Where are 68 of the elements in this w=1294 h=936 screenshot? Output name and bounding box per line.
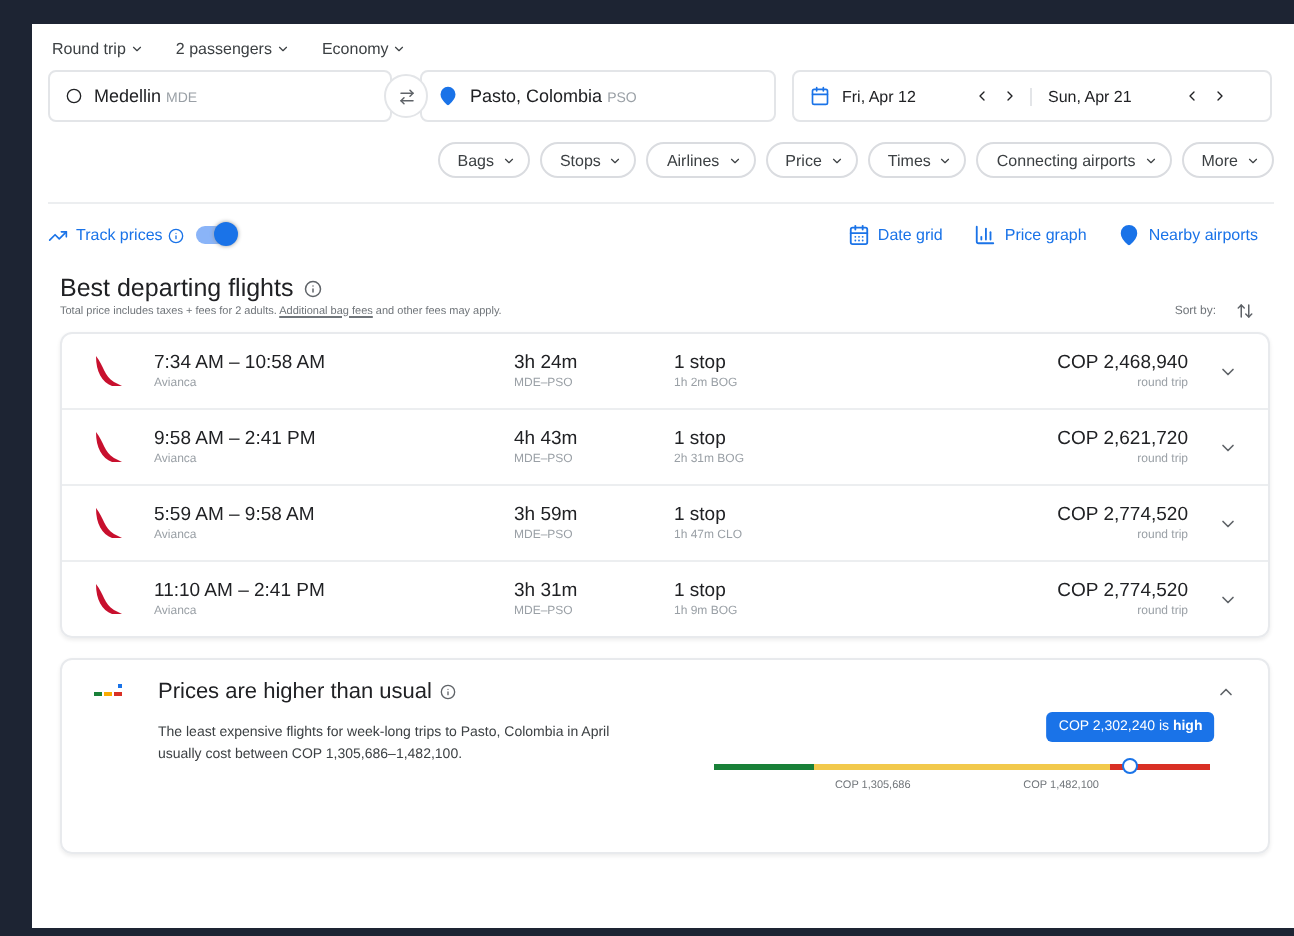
filter-chip[interactable]: Bags	[437, 142, 530, 178]
filter-chip[interactable]: Connecting airports	[976, 142, 1172, 178]
flight-duration: 4h 43m	[514, 428, 578, 450]
airline-logo-icon	[92, 581, 124, 617]
previous-icon[interactable]	[974, 88, 990, 104]
caret-icon	[275, 42, 290, 56]
trip-option-dropdown[interactable]: Round trip	[48, 40, 172, 58]
caret-icon	[1143, 153, 1158, 167]
stops-count: 1 stop	[674, 428, 726, 450]
next-icon[interactable]	[1002, 88, 1018, 104]
caret-icon	[938, 153, 953, 167]
flight-times: 7:34 AM – 10:58 AM	[154, 352, 326, 374]
caret-icon	[608, 153, 623, 167]
next-icon[interactable]	[1212, 88, 1228, 104]
calendar-icon	[810, 86, 830, 106]
pin-icon	[438, 86, 458, 106]
filter-chip[interactable]: Price	[765, 142, 858, 178]
trip-option-dropdown[interactable]: Economy	[317, 40, 435, 58]
caret-icon	[1246, 153, 1260, 167]
swap-icon	[397, 87, 415, 105]
caret-icon	[727, 153, 742, 167]
insight-title: Prices are higher than usual	[158, 680, 432, 704]
flight-times: 5:59 AM – 9:58 AM	[154, 504, 315, 526]
stops-count: 1 stop	[674, 504, 726, 526]
bar-chart-icon	[974, 224, 997, 246]
calendar-grid-icon	[847, 224, 870, 246]
depart-date[interactable]: Fri, Apr 12	[842, 87, 962, 105]
return-date[interactable]: Sun, Apr 21	[1030, 87, 1172, 105]
airline-logo-icon	[92, 505, 124, 541]
caret-icon	[501, 153, 516, 167]
pin-icon	[1118, 224, 1141, 246]
info-icon	[439, 684, 456, 700]
flight-price: COP 2,774,520	[1057, 580, 1188, 602]
flight-price: COP 2,621,720	[1057, 428, 1188, 450]
tool-button[interactable]: Nearby airports	[1102, 224, 1274, 246]
trend-icon	[48, 225, 68, 245]
airline-logo-icon	[92, 353, 124, 389]
price-level-icon	[94, 684, 126, 700]
filter-chip[interactable]: More	[1181, 142, 1274, 178]
filter-chip[interactable]: Stops	[539, 142, 637, 178]
flight-times: 9:58 AM – 2:41 PM	[154, 428, 316, 450]
track-prices-toggle[interactable]	[196, 226, 237, 244]
info-icon	[168, 227, 185, 243]
stops-count: 1 stop	[674, 580, 726, 602]
track-prices-label: Track prices	[76, 226, 163, 244]
caret-icon	[392, 42, 407, 56]
flight-duration: 3h 31m	[514, 580, 578, 602]
flight-duration: 3h 24m	[514, 352, 578, 374]
origin-icon	[66, 88, 82, 104]
caret-icon	[129, 42, 144, 56]
filter-chip[interactable]: Times	[867, 142, 967, 178]
filter-chip[interactable]: Airlines	[646, 142, 756, 178]
flight-price: COP 2,774,520	[1057, 504, 1188, 526]
flight-price: COP 2,468,940	[1057, 352, 1188, 374]
previous-icon[interactable]	[1184, 88, 1200, 104]
airline-logo-icon	[92, 429, 124, 465]
flight-duration: 3h 59m	[514, 504, 578, 526]
sort-icon[interactable]	[1236, 302, 1254, 320]
tool-button[interactable]: Date grid	[831, 224, 959, 246]
tool-button[interactable]: Price graph	[958, 224, 1103, 246]
section-heading: Best departing flights	[60, 274, 294, 302]
info-icon	[303, 279, 322, 297]
stops-count: 1 stop	[674, 352, 726, 374]
caret-icon	[829, 153, 844, 167]
dates-field[interactable]: Fri, Apr 12 Sun, Apr 21	[792, 70, 1272, 122]
trip-option-dropdown[interactable]: 2 passengers	[171, 40, 318, 58]
flight-times: 11:10 AM – 2:41 PM	[154, 580, 325, 602]
swap-button[interactable]	[384, 74, 428, 118]
